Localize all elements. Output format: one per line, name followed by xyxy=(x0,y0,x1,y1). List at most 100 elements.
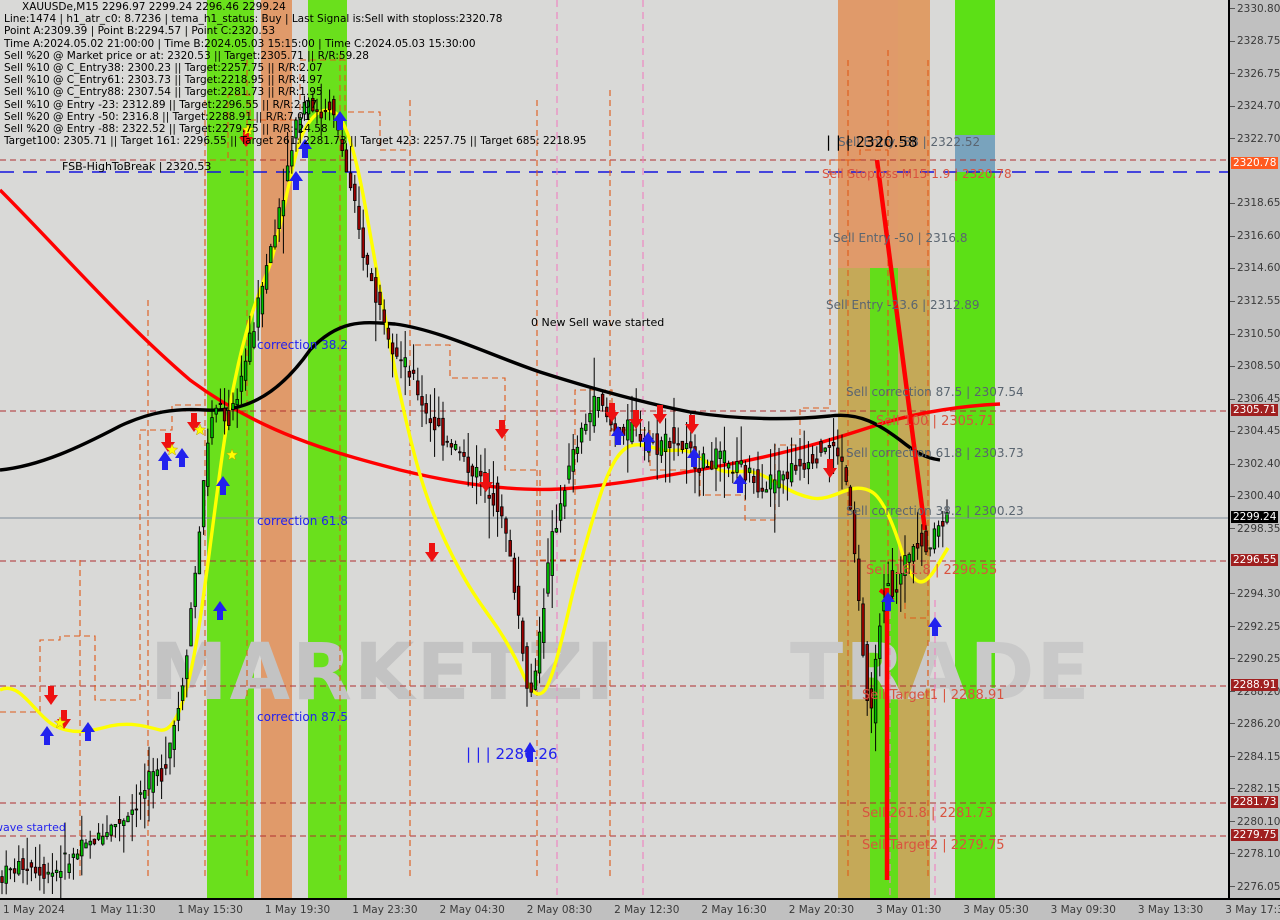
annotation-level-2320-58: | | | 2320.58 xyxy=(826,133,918,151)
annotation-sell-100: Sell 100 | 2305.71 xyxy=(876,414,995,429)
price-tick: 2330.80 xyxy=(1230,3,1280,15)
price-tick-label: 2318.65 xyxy=(1237,197,1280,210)
price-tick: 2324.70 xyxy=(1230,100,1280,112)
up-arrow-icon xyxy=(928,617,942,636)
annotation-sell-entry-236: Sell Entry -23.6 | 2312.89 xyxy=(826,298,980,312)
annotation-wave-started-left: wave started xyxy=(0,821,66,834)
price-tick: 2316.60 xyxy=(1230,230,1280,242)
chart-header-line: Sell %10 @ C_Entry38: 2300.23 || Target:… xyxy=(4,62,323,75)
up-arrow-icon xyxy=(175,448,189,467)
annotation-level-2286-26: | | | 2286.26 xyxy=(466,745,558,763)
time-tick-label: 1 May 2024 xyxy=(3,904,65,916)
price-tick-label: 2308.50 xyxy=(1237,360,1280,373)
chart-header-line: Sell %20 @ Entry -50: 2316.8 || Target:2… xyxy=(4,110,311,123)
price-tick: 2312.55 xyxy=(1230,295,1280,307)
price-tick-label: 2322.70 xyxy=(1237,132,1280,145)
time-tick-label: 3 May 17:30 xyxy=(1225,904,1280,916)
price-tick-label: 2286.20 xyxy=(1237,717,1280,730)
price-marker-label[interactable]: 2288.91 xyxy=(1231,679,1279,691)
price-tick-label: 2282.15 xyxy=(1237,782,1280,795)
price-marker-label[interactable]: 2281.73 xyxy=(1231,796,1279,808)
price-marker-label[interactable]: 2320.78 xyxy=(1231,157,1279,169)
price-tick: 2280.10 xyxy=(1230,816,1280,828)
chart-header-line: Sell %20 @ Market price or at: 2320.53 |… xyxy=(4,49,369,62)
annotation-sell-correction-382: Sell correction 38.2 | 2300.23 xyxy=(846,504,1024,518)
price-tick: 2282.15 xyxy=(1230,783,1280,795)
chart-header-line: Sell %10 @ C_Entry88: 2307.54 || Target:… xyxy=(4,86,323,99)
chart-header-line: Sell %10 @ C_Entry61: 2303.73 || Target:… xyxy=(4,74,323,87)
up-arrow-icon xyxy=(40,726,54,745)
down-arrow-icon xyxy=(425,543,439,562)
price-marker-label[interactable]: 2305.71 xyxy=(1231,404,1279,416)
price-tick-label: 2298.35 xyxy=(1237,522,1280,535)
annotation-correction-618: correction 61.8 xyxy=(257,514,348,528)
price-tick: 2318.65 xyxy=(1230,197,1280,209)
time-tick-label: 2 May 16:30 xyxy=(701,904,767,916)
time-tick-label: 2 May 20:30 xyxy=(788,904,855,916)
price-tick-label: 2280.10 xyxy=(1237,815,1280,828)
chart-header-line: Point A:2309.39 | Point B:2294.57 | Poin… xyxy=(4,25,276,38)
annotation-sell-entry-50: Sell Entry -50 | 2316.8 xyxy=(833,231,968,245)
annotation-sell-stoploss: Sell Stoploss M15 1.9 | 2320.78 xyxy=(822,167,1012,181)
price-tick-label: 2314.60 xyxy=(1237,262,1280,275)
price-tick-label: 2292.25 xyxy=(1237,620,1280,633)
channel-envelope xyxy=(0,50,929,880)
price-tick: 2304.45 xyxy=(1230,425,1280,437)
annotation-sell-correction-875: Sell correction 87.5 | 2307.54 xyxy=(846,385,1024,399)
price-tick-label: 2324.70 xyxy=(1237,100,1280,113)
annotation-new-sell-wave: 0 New Sell wave started xyxy=(531,316,665,329)
price-tick: 2292.25 xyxy=(1230,621,1280,633)
chart-header-line: Sell %10 @ Entry -23: 2312.89 || Target:… xyxy=(4,98,318,111)
annotation-correction-875: correction 87.5 xyxy=(257,710,348,724)
price-tick: 2298.35 xyxy=(1230,523,1280,535)
price-tick-label: 2300.40 xyxy=(1237,490,1280,503)
up-arrow-icon xyxy=(81,722,95,741)
time-scale[interactable]: 1 May 2024 1 May 11:30 1 May 15:30 1 May 19… xyxy=(0,898,1280,920)
price-tick: 2276.05 xyxy=(1230,881,1280,893)
chart-plot-area[interactable]: MARKETZI TRADE FSB-HighToBreak | 2320.53… xyxy=(0,0,1228,898)
time-tick-label: 2 May 12:30 xyxy=(614,904,680,916)
annotation-sell-target2: Sell Target2 | 2279.75 xyxy=(862,838,1005,853)
price-tick: 2308.50 xyxy=(1230,360,1280,372)
time-tick-label: 2 May 08:30 xyxy=(526,904,593,916)
price-marker-label[interactable]: 2299.24 xyxy=(1231,511,1279,523)
price-tick-label: 2316.60 xyxy=(1237,230,1280,243)
price-tick: 2300.40 xyxy=(1230,490,1280,502)
down-arrow-icon xyxy=(44,686,58,705)
price-marker-label[interactable]: 2296.55 xyxy=(1231,554,1279,566)
price-tick: 2322.70 xyxy=(1230,133,1280,145)
price-tick: 2302.40 xyxy=(1230,458,1280,470)
price-tick-label: 2310.50 xyxy=(1237,328,1280,341)
price-scale[interactable]: 2330.80 2328.75 2326.75 2324.70 2322.70 2318.… xyxy=(1228,0,1280,898)
time-tick-label: 3 May 05:30 xyxy=(963,904,1029,916)
price-tick: 2290.25 xyxy=(1230,653,1280,665)
price-tick-label: 2290.25 xyxy=(1237,652,1280,665)
price-tick: 2326.75 xyxy=(1230,68,1280,80)
price-tick-label: 2278.10 xyxy=(1237,847,1280,860)
signal-markers xyxy=(40,111,942,745)
price-marker-label[interactable]: 2279.75 xyxy=(1231,829,1279,841)
price-tick: 2310.50 xyxy=(1230,328,1280,340)
chart-header-line: Line:1474 | h1_atr_c0: 8.7236 | tema_h1_… xyxy=(4,13,503,26)
annotation-sell-261-8: Sell 261.8 | 2281.73 xyxy=(862,806,994,821)
annotation-sell-target1: Sell Target1 | 2288.91 xyxy=(862,688,1005,703)
price-tick-label: 2302.40 xyxy=(1237,458,1280,471)
up-arrow-icon xyxy=(213,601,227,620)
trading-chart-window[interactable]: MARKETZI TRADE FSB-HighToBreak | 2320.53… xyxy=(0,0,1280,920)
price-tick-label: 2326.75 xyxy=(1237,67,1280,80)
price-tick-label: 2304.45 xyxy=(1237,425,1280,438)
price-tick-label: 2294.30 xyxy=(1237,587,1280,600)
price-tick-label: 2330.80 xyxy=(1237,2,1280,15)
time-tick-label: 3 May 13:30 xyxy=(1137,904,1204,916)
time-tick-label: 1 May 15:30 xyxy=(177,904,243,916)
fib-level-lines xyxy=(0,159,1228,837)
price-tick: 2284.15 xyxy=(1230,751,1280,763)
down-arrow-icon xyxy=(495,420,509,439)
time-tick-label: 1 May 23:30 xyxy=(352,904,418,916)
price-tick: 2328.75 xyxy=(1230,35,1280,47)
price-tick: 2278.10 xyxy=(1230,848,1280,860)
chart-header-info: XAUUSDe,M15 2296.97 2299.24 2296.46 2299… xyxy=(4,1,586,147)
annotation-correction-382: correction 38.2 xyxy=(257,338,348,352)
annotation-sell-correction-618: Sell correction 61.8 | 2303.73 xyxy=(846,446,1024,460)
time-tick-label: 1 May 19:30 xyxy=(264,904,331,916)
